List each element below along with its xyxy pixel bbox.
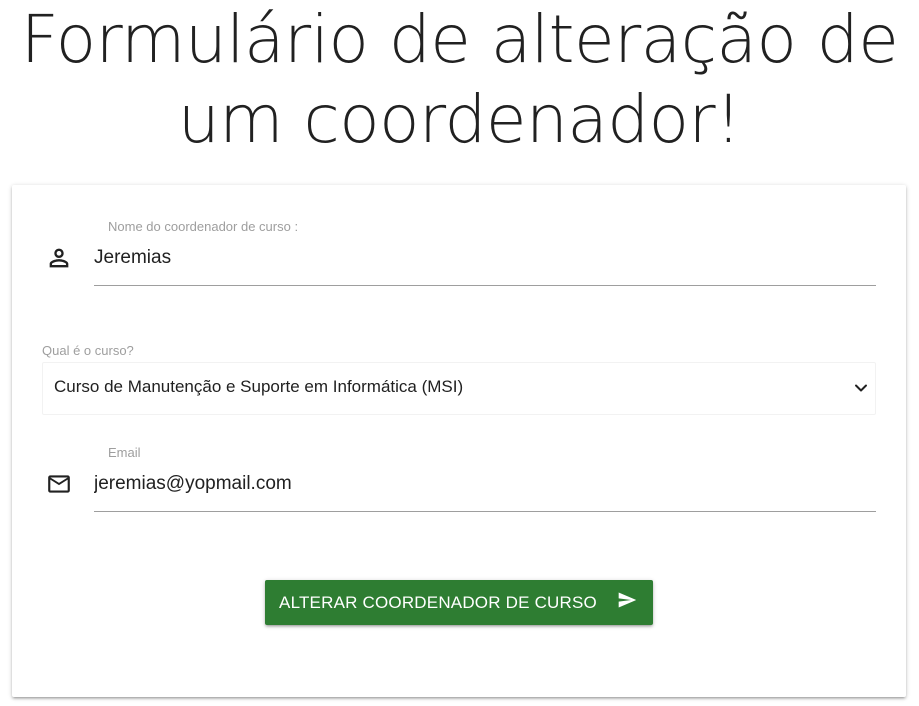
course-select[interactable]: Curso de Manutenção e Suporte em Informá… [42,362,876,415]
send-icon [615,590,639,615]
email-input[interactable] [94,473,874,495]
name-field-label: Nome do coordenador de curso : [108,219,299,234]
email-input-underline [94,511,876,512]
chevron-down-icon [853,380,869,396]
name-input-underline [94,285,876,286]
name-input[interactable] [94,247,874,269]
email-field-label: Email [108,445,141,460]
page-title-line-2: um coordenador! [177,81,742,158]
submit-button-label: ALTERAR COORDENADOR DE CURSO [279,592,597,612]
page-title-line-1: Formulário de alteração de [20,1,899,78]
course-select-label: Qual é o curso? [42,343,134,358]
course-select-value: Curso de Manutenção e Suporte em Informá… [54,377,464,396]
submit-button[interactable]: ALTERAR COORDENADOR DE CURSO [265,580,653,625]
mail-icon [44,469,74,499]
page-title: Formulário de alteração de um coordenado… [0,0,919,160]
form-card: Nome do coordenador de curso : Qual é o … [12,185,906,697]
person-icon [44,243,74,273]
